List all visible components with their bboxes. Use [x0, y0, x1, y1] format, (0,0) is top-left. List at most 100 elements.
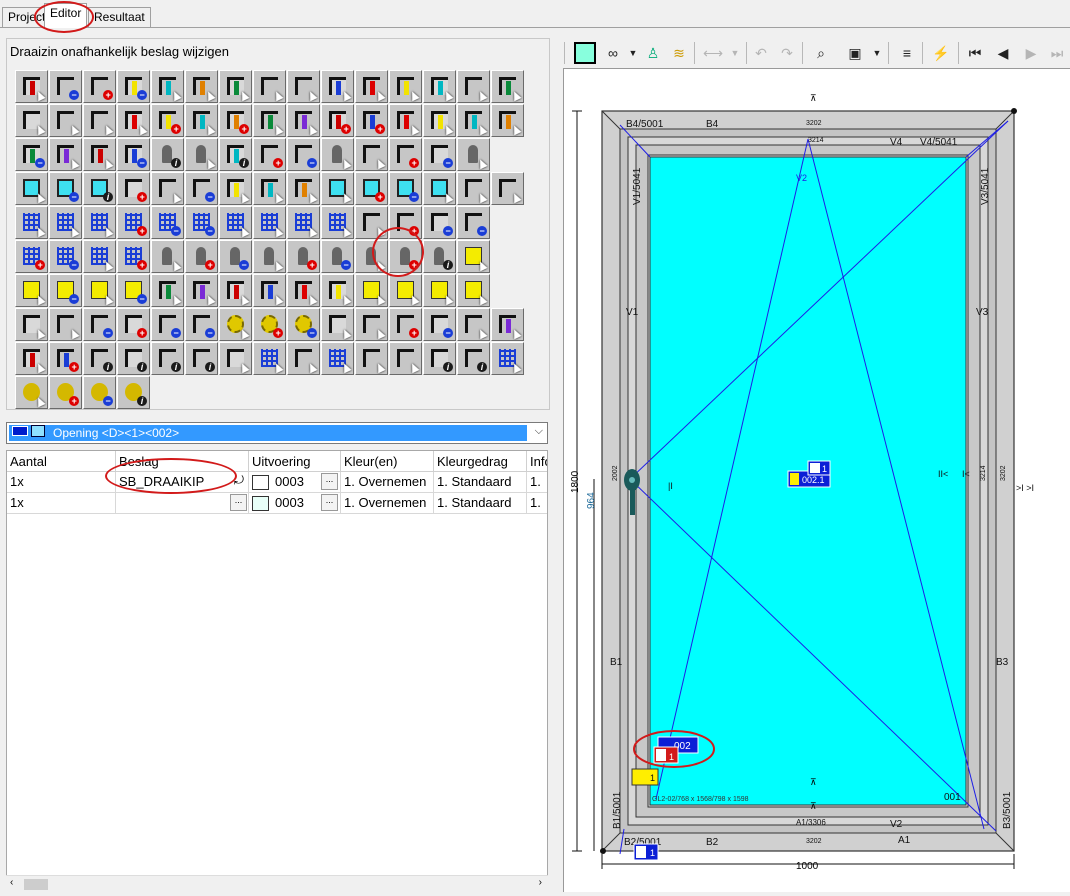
coins-plus-icon[interactable]: +	[49, 376, 82, 409]
dots-plus-2-icon[interactable]: +	[117, 240, 150, 273]
rect-plus-icon[interactable]: +	[117, 308, 150, 341]
sash-open-5-icon[interactable]	[287, 274, 320, 307]
yellow-tag-icon[interactable]	[355, 274, 388, 307]
x-lock-icon[interactable]	[321, 138, 354, 171]
rect-minus-2-icon[interactable]: −	[185, 308, 218, 341]
chevron-down-icon[interactable]: ⌵	[535, 425, 543, 438]
hinge-minus-icon[interactable]: −	[219, 240, 252, 273]
yellow-minus-icon[interactable]: −	[49, 274, 82, 307]
dots-plus-icon[interactable]: +	[15, 240, 48, 273]
grid-panel-2-icon[interactable]	[321, 206, 354, 239]
bar-hand-5-icon[interactable]	[457, 104, 490, 137]
lock-select-icon[interactable]	[355, 240, 388, 273]
sash-open-6-icon[interactable]	[321, 274, 354, 307]
handle-hand-icon[interactable]	[185, 138, 218, 171]
dots-select-icon[interactable]	[83, 240, 116, 273]
gear-minus-icon[interactable]: −	[287, 308, 320, 341]
cell-kleur[interactable]: 1. Overnemen	[341, 472, 434, 493]
sash-open-2-icon[interactable]	[185, 274, 218, 307]
fitting-select-icon[interactable]	[151, 172, 184, 205]
book-icon-icon[interactable]	[457, 70, 490, 103]
bar-arrows-icon[interactable]	[151, 70, 184, 103]
horizontal-scrollbar[interactable]: ‹ ›	[6, 875, 548, 892]
sash-open-4-icon[interactable]	[253, 274, 286, 307]
col-uitvoering[interactable]: Uitvoering	[249, 451, 341, 472]
next-icon[interactable]: ▶	[1020, 42, 1042, 64]
dots-minus-icon[interactable]: −	[49, 240, 82, 273]
grid-select-icon[interactable]	[49, 206, 82, 239]
first-icon[interactable]: ⏮	[964, 42, 986, 64]
redo-icon[interactable]: ↷	[776, 42, 798, 64]
glass-select-icon[interactable]	[321, 172, 354, 205]
align-icon[interactable]: ≡	[896, 42, 918, 64]
cell-kleurgedrag[interactable]: 1. Standaard	[434, 472, 527, 493]
yellow-select-icon[interactable]	[457, 240, 490, 273]
diag-red-icon[interactable]	[117, 104, 150, 137]
opening-select[interactable]: Opening <D><1><002> ⌵	[6, 422, 548, 444]
glasses-icon[interactable]: ∞	[602, 42, 624, 64]
hinge-select-icon[interactable]	[151, 240, 184, 273]
hand-arrows-icon[interactable]	[49, 104, 82, 137]
sash-open-3-icon[interactable]	[219, 274, 252, 307]
stack-minus-icon[interactable]: −	[423, 206, 456, 239]
grid-panel-icon[interactable]	[287, 206, 320, 239]
scroll-thumb[interactable]	[24, 879, 48, 890]
browse-button[interactable]: ...	[321, 473, 338, 490]
x-minus-icon[interactable]: −	[287, 138, 320, 171]
dots-house-icon[interactable]	[491, 342, 524, 375]
grid-minus-2-icon[interactable]: −	[185, 206, 218, 239]
tool-select-icon[interactable]	[15, 308, 48, 341]
panel-hand-icon[interactable]	[355, 342, 388, 375]
cell-uitvoering[interactable]: 0003...	[249, 493, 341, 514]
frame-plus-icon[interactable]: +	[83, 70, 116, 103]
glass-minus-2-icon[interactable]: −	[389, 172, 422, 205]
gear-select-icon[interactable]	[219, 308, 252, 341]
fitting-minus-icon[interactable]: −	[185, 172, 218, 205]
profile-info-icon[interactable]: i	[83, 342, 116, 375]
sash-plus-icon[interactable]: +	[151, 104, 184, 137]
rect-minus-icon[interactable]: −	[151, 308, 184, 341]
window-grid-icon[interactable]	[253, 342, 286, 375]
x-plus-icon[interactable]: +	[253, 138, 286, 171]
cube-info-icon[interactable]: i	[457, 342, 490, 375]
undo-icon[interactable]: ↶	[750, 42, 772, 64]
yellow-tag-3-icon[interactable]	[423, 274, 456, 307]
coins-select-icon[interactable]	[15, 376, 48, 409]
bar-plus-2-icon[interactable]: +	[355, 104, 388, 137]
col-kleuren[interactable]: Kleur(en)	[341, 451, 434, 472]
corner-frame-icon[interactable]	[491, 308, 524, 341]
last-icon[interactable]: ⏭	[1046, 42, 1068, 64]
glass-info-icon[interactable]: i	[83, 172, 116, 205]
sash-open-icon[interactable]	[151, 274, 184, 307]
bar-hand-icon[interactable]	[253, 104, 286, 137]
cell-beslag[interactable]: SB_DRAAIKIP ⤾	[116, 472, 249, 493]
grid-plus-icon[interactable]: +	[117, 206, 150, 239]
sash-pencil-icon[interactable]	[321, 70, 354, 103]
corner-info-icon[interactable]: i	[219, 138, 252, 171]
gear-plus-icon[interactable]: +	[253, 308, 286, 341]
bar-move-icon[interactable]	[491, 70, 524, 103]
double-arrow-icon[interactable]	[15, 104, 48, 137]
zoom-icon[interactable]: ⌕	[810, 42, 832, 64]
yellow-arrow-icon[interactable]	[15, 274, 48, 307]
sash-pencil-2-icon[interactable]	[355, 70, 388, 103]
col-aantal[interactable]: Aantal	[7, 451, 116, 472]
sash-select-icon[interactable]	[185, 104, 218, 137]
window-info-icon[interactable]: i	[423, 342, 456, 375]
move-green-icon[interactable]	[287, 342, 320, 375]
glass-minus-icon[interactable]: −	[49, 172, 82, 205]
stack-plus-icon[interactable]: +	[389, 206, 422, 239]
corner-profile-icon[interactable]	[15, 70, 48, 103]
tool-hand-icon[interactable]	[49, 308, 82, 341]
chevron-down-icon[interactable]: ▼	[724, 42, 746, 64]
handle-plus-icon[interactable]: +	[287, 240, 320, 273]
window-view-icon[interactable]	[574, 42, 596, 64]
bar-red-3-icon[interactable]	[287, 172, 320, 205]
yellow-copy-icon[interactable]	[83, 274, 116, 307]
glass-hand-icon[interactable]	[423, 172, 456, 205]
y-minus-icon[interactable]: −	[423, 138, 456, 171]
handle-minus-icon[interactable]: −	[321, 240, 354, 273]
person-icon[interactable]: ♙	[642, 42, 664, 64]
mullion-red-icon[interactable]	[83, 138, 116, 171]
bar-red-icon[interactable]	[219, 172, 252, 205]
